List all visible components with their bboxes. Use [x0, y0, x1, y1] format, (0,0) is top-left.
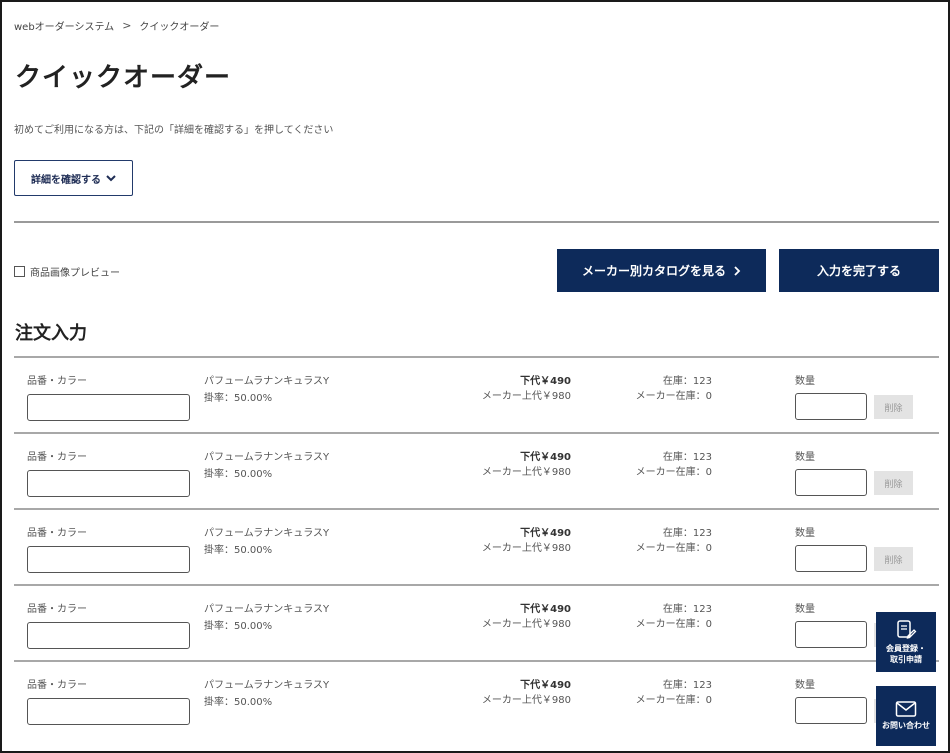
complete-button-label: 入力を完了する [816, 264, 901, 278]
maker-stock-text: メーカー在庫：0 [635, 467, 712, 478]
quantity-label: 数量 [795, 680, 815, 691]
register-label-line1: 会員登録・ [886, 644, 926, 654]
details-button-label: 詳細を確認する [31, 174, 101, 186]
page-frame: webオーダーシステム > クイックオーダー クイックオーダー 初めてご利用にな… [0, 0, 950, 753]
breadcrumb-current: クイックオーダー [139, 22, 220, 33]
order-row: 品番・カラー パフュームラナンキュラスY 掛率：50.00% 下代￥490 メー… [14, 508, 939, 584]
intro-text: 初めてご利用になる方は、下記の「詳細を確認する」を押してください [14, 125, 334, 136]
code-input[interactable] [27, 622, 190, 649]
maker-stock-text: メーカー在庫：0 [635, 619, 712, 630]
order-row: 品番・カラー パフュームラナンキュラスY 掛率：50.00% 下代￥490 メー… [14, 356, 939, 432]
catalog-button-label: メーカー別カタログを見る [581, 264, 726, 278]
register-float-button[interactable]: 会員登録・ 取引申請 [876, 612, 936, 672]
code-input[interactable] [27, 546, 190, 573]
rate-text: 掛率：50.00% [204, 621, 273, 632]
rate-text: 掛率：50.00% [204, 469, 273, 480]
price-text: 下代￥490 [520, 680, 571, 691]
delete-button[interactable]: 削除 [874, 471, 913, 495]
quantity-input[interactable] [795, 469, 867, 496]
document-pen-icon [897, 620, 917, 640]
stock-text: 在庫：123 [662, 604, 712, 615]
quantity-input[interactable] [795, 545, 867, 572]
stock-text: 在庫：123 [662, 452, 712, 463]
product-name: パフュームラナンキュラスY [204, 528, 330, 539]
product-name: パフュームラナンキュラスY [204, 680, 330, 691]
preview-checkbox[interactable] [14, 266, 25, 277]
image-preview-toggle[interactable]: 商品画像プレビュー [14, 264, 120, 279]
quantity-label: 数量 [795, 452, 815, 463]
order-rows: 品番・カラー パフュームラナンキュラスY 掛率：50.00% 下代￥490 メー… [14, 356, 939, 736]
page-title: クイックオーダー [15, 63, 232, 93]
breadcrumb-separator: > [122, 19, 132, 32]
order-row: 品番・カラー パフュームラナンキュラスY 掛率：50.00% 下代￥490 メー… [14, 584, 939, 660]
maker-stock-text: メーカー在庫：0 [635, 543, 712, 554]
stock-text: 在庫：123 [662, 680, 712, 691]
order-row: 品番・カラー パフュームラナンキュラスY 掛率：50.00% 下代￥490 メー… [14, 432, 939, 508]
product-name: パフュームラナンキュラスY [204, 376, 330, 387]
price-text: 下代￥490 [520, 376, 571, 387]
section-title: 注文入力 [15, 323, 87, 344]
code-label: 品番・カラー [27, 376, 87, 387]
chevron-right-icon [734, 265, 741, 276]
code-input[interactable] [27, 394, 190, 421]
quantity-label: 数量 [795, 376, 815, 387]
product-name: パフュームラナンキュラスY [204, 604, 330, 615]
details-button[interactable]: 詳細を確認する [14, 160, 133, 196]
delete-button[interactable]: 削除 [874, 395, 913, 419]
quantity-input[interactable] [795, 697, 867, 724]
maker-price-text: メーカー上代￥980 [481, 391, 571, 402]
maker-stock-text: メーカー在庫：0 [635, 695, 712, 706]
contact-label: お問い合わせ [882, 721, 930, 731]
rate-text: 掛率：50.00% [204, 545, 273, 556]
breadcrumb-home-link[interactable]: webオーダーシステム [14, 18, 114, 33]
quantity-label: 数量 [795, 528, 815, 539]
rate-text: 掛率：50.00% [204, 393, 273, 404]
rate-text: 掛率：50.00% [204, 697, 273, 708]
quantity-label: 数量 [795, 604, 815, 615]
code-label: 品番・カラー [27, 528, 87, 539]
delete-button[interactable]: 削除 [874, 547, 913, 571]
contact-float-button[interactable]: お問い合わせ [876, 686, 936, 746]
price-text: 下代￥490 [520, 528, 571, 539]
code-input[interactable] [27, 470, 190, 497]
order-row: 品番・カラー パフュームラナンキュラスY 掛率：50.00% 下代￥490 メー… [14, 660, 939, 736]
divider [14, 221, 939, 223]
register-label-line2: 取引申請 [890, 654, 922, 664]
envelope-icon [895, 701, 917, 718]
code-input[interactable] [27, 698, 190, 725]
maker-price-text: メーカー上代￥980 [481, 467, 571, 478]
price-text: 下代￥490 [520, 452, 571, 463]
code-label: 品番・カラー [27, 680, 87, 691]
stock-text: 在庫：123 [662, 376, 712, 387]
chevron-down-icon [106, 175, 116, 182]
catalog-button[interactable]: メーカー別カタログを見る [557, 249, 766, 292]
code-label: 品番・カラー [27, 452, 87, 463]
stock-text: 在庫：123 [662, 528, 712, 539]
breadcrumb: webオーダーシステム > クイックオーダー [14, 18, 219, 33]
complete-button[interactable]: 入力を完了する [779, 249, 939, 292]
price-text: 下代￥490 [520, 604, 571, 615]
quantity-input[interactable] [795, 621, 867, 648]
quantity-input[interactable] [795, 393, 867, 420]
maker-stock-text: メーカー在庫：0 [635, 391, 712, 402]
maker-price-text: メーカー上代￥980 [481, 695, 571, 706]
maker-price-text: メーカー上代￥980 [481, 619, 571, 630]
maker-price-text: メーカー上代￥980 [481, 543, 571, 554]
preview-checkbox-label: 商品画像プレビュー [30, 268, 120, 279]
product-name: パフュームラナンキュラスY [204, 452, 330, 463]
code-label: 品番・カラー [27, 604, 87, 615]
